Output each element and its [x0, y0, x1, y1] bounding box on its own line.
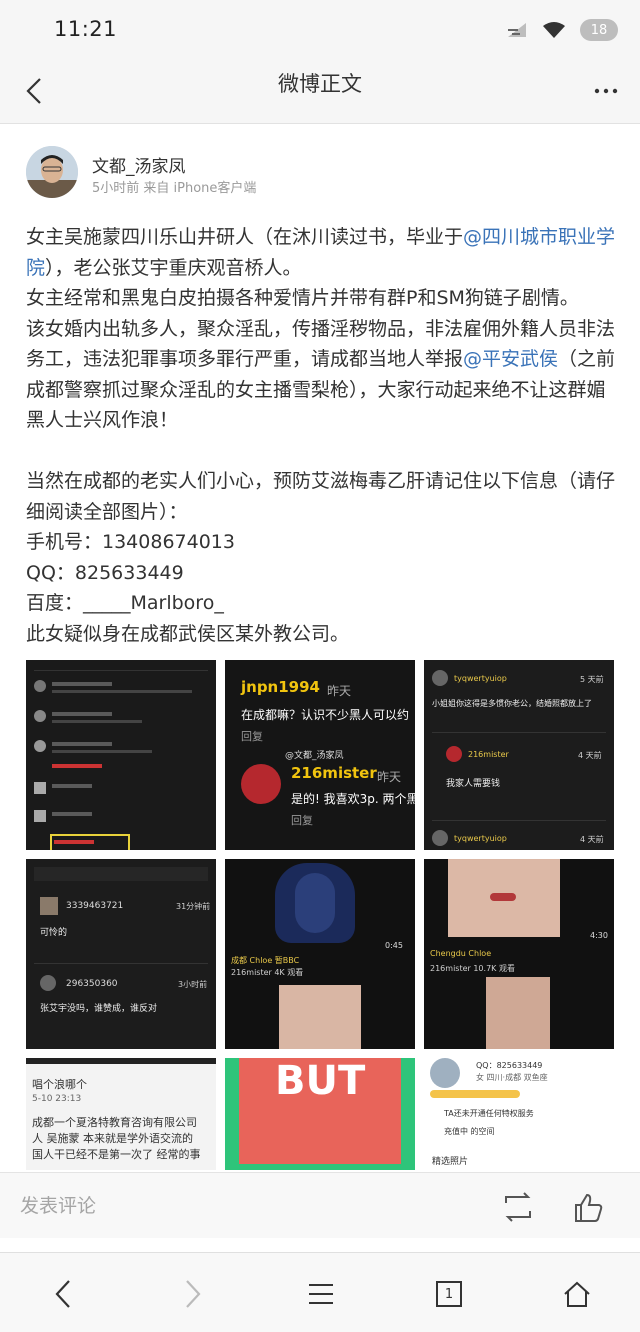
image-thumbnail-1[interactable]	[26, 660, 216, 850]
mention-link[interactable]: @平安武侯	[463, 348, 558, 370]
paragraph: 该女婚内出轨多人，聚众淫乱，传播淫秽物品，非法雇佣外籍人员非法务工，违法犯罪事项…	[26, 317, 616, 432]
nav-bar: 微博正文	[0, 58, 640, 124]
phone-line: 手机号：13408674013	[26, 531, 235, 553]
image-thumbnail-9[interactable]: QQ：825633449 女 四川·成都 双鱼座 TA还未开通任何特权服务 充值…	[424, 1058, 614, 1170]
chevron-right-icon	[186, 1280, 201, 1308]
image-thumbnail-6[interactable]: 4:30 Chengdu Chloe 216mister 10.7K 观看	[424, 859, 614, 1049]
image-thumbnail-8[interactable]: BUT	[225, 1058, 415, 1170]
image-thumbnail-7[interactable]: 唱个浪哪个 5-10 23:13 成都一个夏洛特教育咨询有限公司 人 吴施蒙 本…	[26, 1058, 216, 1170]
author-name[interactable]: 文都_汤家凤	[92, 152, 186, 177]
avatar-portrait	[26, 146, 78, 198]
more-button[interactable]	[586, 68, 626, 114]
paragraph: 当然在成都的老实人们小心，预防艾滋梅毒乙肝请记住以下信息（请仔细阅读全部图片）：	[26, 470, 616, 523]
author-header: 文都_汤家凤 5小时前 来自 iPhone客户端	[26, 146, 626, 206]
post-meta: 5小时前 来自 iPhone客户端	[92, 181, 257, 196]
menu-icon	[309, 1284, 333, 1304]
page-title: 微博正文	[278, 72, 362, 96]
image-thumbnail-5[interactable]: 0:45 成都 Chloe 暂BBC 216mister 4K 观看	[225, 859, 415, 1049]
qq-line: QQ：825633449	[26, 561, 184, 584]
image-thumbnail-4[interactable]: 3339463721 31分钟前 可怜的 296350360 3小时前 张艾宇没…	[26, 859, 216, 1049]
repost-icon	[505, 1192, 531, 1222]
paragraph: 女主吴施蒙四川乐山井研人（在沐川读过书，毕业于@四川城市职业学院），老公张艾宇重…	[26, 226, 616, 279]
paragraph: 女主经常和黑鬼白皮拍摄各种爱情片并带有群P和SM狗链子剧情。	[26, 287, 579, 309]
toolbar-forward-button[interactable]	[168, 1269, 218, 1319]
comment-input[interactable]: 发表评论	[20, 1191, 96, 1218]
like-button[interactable]	[568, 1187, 608, 1227]
thumbs-up-icon	[575, 1193, 603, 1222]
signal-icon	[508, 23, 526, 37]
post-body: 女主吴施蒙四川乐山井研人（在沐川读过书，毕业于@四川城市职业学院），老公张艾宇重…	[26, 222, 618, 649]
chevron-left-icon	[55, 1280, 70, 1308]
status-icons: 18	[506, 16, 618, 44]
repost-button[interactable]	[498, 1189, 538, 1225]
tab-count-icon: 1	[436, 1281, 462, 1307]
comment-bar: 发表评论	[0, 1172, 640, 1238]
toolbar-home-button[interactable]	[552, 1269, 602, 1319]
browser-toolbar: 1	[0, 1252, 640, 1332]
tab-count: 1	[444, 1286, 454, 1302]
baidu-line: 百度：_____Marlboro_	[26, 592, 224, 614]
status-time: 11:21	[54, 17, 118, 41]
toolbar-tabs-button[interactable]: 1	[424, 1269, 474, 1319]
toolbar-back-button[interactable]	[38, 1269, 88, 1319]
home-icon	[564, 1281, 590, 1307]
toolbar-menu-button[interactable]	[296, 1269, 346, 1319]
battery-indicator: 18	[580, 19, 618, 41]
wifi-icon	[543, 22, 565, 38]
image-thumbnail-2[interactable]: jnpn1994 昨天 在成都嘛？认识不少黑人可以约 回复 @文都_汤家凤 21…	[225, 660, 415, 850]
more-dots-icon	[594, 88, 618, 94]
avatar[interactable]	[26, 146, 78, 198]
paragraph: 此女疑似身在成都武侯区某外教公司。	[26, 622, 350, 645]
status-bar: 11:21 18	[0, 0, 640, 58]
image-thumbnail-3[interactable]: tyqwertyuiop 5 天前 小姐姐你这得是多惯你老公，结婚照都放上了 2…	[424, 660, 614, 850]
